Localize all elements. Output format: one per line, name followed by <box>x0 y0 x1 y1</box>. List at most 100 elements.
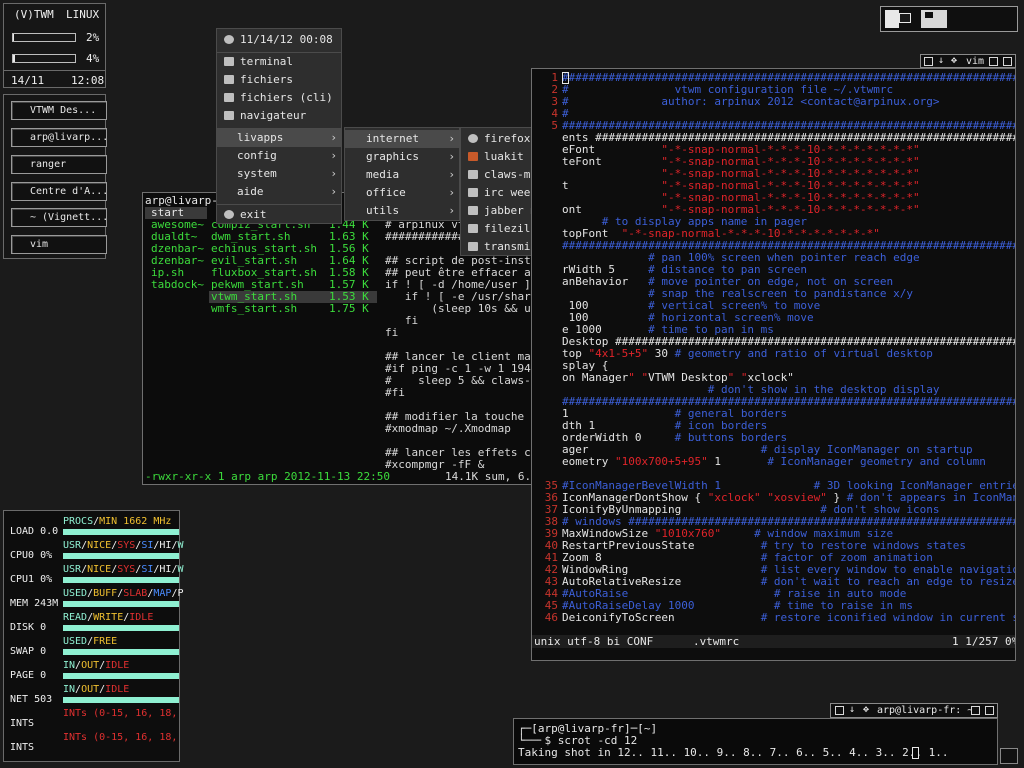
conky-monitor: LOAD 0.0 PROCS/MIN 1662 MHz CPU0 0% USR/NIC… <box>3 510 184 762</box>
pager-window-1[interactable] <box>885 10 899 28</box>
vim-status-right: 1 1/257 0% <box>952 635 1016 648</box>
task-ranger[interactable]: ranger <box>11 155 107 174</box>
shell-close-button[interactable] <box>835 706 844 715</box>
vim-line-text: top "4x1-5+5" 30 # geometry and ratio of… <box>562 347 933 360</box>
down-arrow-icon[interactable]: ↓ <box>938 55 944 66</box>
menu-item-system[interactable]: system › <box>217 165 341 183</box>
conky-metric-caption: READ/WRITE/IDLE <box>63 612 154 623</box>
pager-window-4[interactable] <box>925 12 933 18</box>
vim-resize-button[interactable] <box>1003 57 1012 66</box>
filezilla-icon <box>468 224 478 233</box>
vim-titlebar[interactable]: ↓ ✥ vim <box>920 54 1016 68</box>
task-label: arp@livarp... <box>30 132 107 143</box>
vim-cursor <box>562 72 569 84</box>
clock-label: 12:08 <box>71 74 105 87</box>
vim-maximize-button[interactable] <box>989 57 998 66</box>
task-vim[interactable]: vim <box>11 235 107 254</box>
vim-window[interactable]: 1 #######################################… <box>531 68 1016 661</box>
menu-item-media[interactable]: media › <box>345 166 459 184</box>
chevron-right-icon: › <box>448 204 455 217</box>
vim-line-number: 5 <box>551 119 558 132</box>
vim-status-left: unix utf-8 bi CONF .vtwmrc <box>534 635 740 648</box>
usage-bar-2 <box>12 54 76 63</box>
root-menu: 11/14/12 00:08 terminal fichiers fichier… <box>216 28 342 224</box>
vim-line[interactable]: 46 DeiconifyToScreen # restore iconified … <box>532 611 1015 624</box>
pager-window-2[interactable] <box>899 13 911 23</box>
menu-item-fichiers[interactable]: fichiers <box>217 71 341 89</box>
menu-item-utils[interactable]: utils › <box>345 202 459 220</box>
ranger-parent-item[interactable]: tabdock~ <box>151 279 204 291</box>
globe-icon <box>224 111 234 120</box>
menu-clock: 11/14/12 00:08 <box>217 31 341 49</box>
menu-item-config[interactable]: config › <box>217 147 341 165</box>
shell-titlebar[interactable]: ↓ ✥ arp@livarp-fr: ~ <box>830 703 998 718</box>
menu-item-graphics[interactable]: graphics › <box>345 148 459 166</box>
date-label: 14/11 <box>11 74 45 87</box>
task-vignettes[interactable]: ~ (Vignett... <box>11 208 107 227</box>
menu-item-label: system <box>237 167 277 180</box>
usage-bar-1-label: 2% <box>86 31 100 44</box>
menu-item-livapps[interactable]: livapps › <box>217 129 341 147</box>
conky-metric-caption: PROCS/MIN 1662 MHz <box>63 516 172 527</box>
menu-item-navigateur[interactable]: navigateur <box>217 107 341 125</box>
menu-item-label: office <box>366 186 406 199</box>
power-icon <box>224 210 234 219</box>
move-icon[interactable]: ✥ <box>951 55 957 66</box>
vim-line-number: 46 <box>544 611 558 624</box>
task-label: vim <box>30 239 49 250</box>
ranger-status-left: -rwxr-xr-x 1 arp arp 2012-11-13 22:50 <box>145 470 391 483</box>
task-centre[interactable]: Centre d'A... <box>11 182 107 201</box>
menu-item-label: luakit <box>484 150 524 163</box>
virtual-desktop-pager[interactable] <box>880 6 1018 32</box>
usage-bar-2-label: 4% <box>86 52 100 65</box>
vim-close-button[interactable] <box>924 57 933 66</box>
transmission-icon <box>468 242 478 251</box>
task-label: Centre d'A... <box>30 186 107 197</box>
menu-item-internet[interactable]: internet › <box>345 130 459 148</box>
menu-item-label: firefox <box>484 132 531 145</box>
conky-graph <box>63 625 179 631</box>
conky-metric-caption: USR/NICE/SYS/SI/HI/W <box>63 564 184 575</box>
menu-item-label: aide <box>237 185 264 198</box>
conky-metric-label: CPU0 0% <box>10 550 53 561</box>
livapps-menu: internet › graphics › media › office › utils… <box>344 127 460 221</box>
conky-graph <box>63 553 179 559</box>
menu-item-fichiers-cli[interactable]: fichiers (cli) <box>217 89 341 107</box>
conky-metric-label: DISK 0 <box>10 622 47 633</box>
resize-grip-icon[interactable] <box>1000 748 1018 764</box>
conky-metric-caption: USR/NICE/SYS/SI/HI/W <box>63 540 184 551</box>
conky-metric-caption: INTs (0-15, 16, 18, <box>63 708 178 719</box>
menu-item-label: config <box>237 149 277 162</box>
chevron-right-icon: › <box>448 150 455 163</box>
menu-item-terminal[interactable]: terminal <box>217 53 341 71</box>
task-vtwm-desktop[interactable]: VTWM Des... <box>11 101 107 120</box>
shell-resize-button[interactable] <box>985 706 994 715</box>
ranger-file-size: 1.75 K <box>329 302 369 315</box>
conky-metric-label: PAGE 0 <box>10 670 47 681</box>
conky-graph <box>63 745 179 751</box>
preview-line: #xmodmap ~/.Xmodmap <box>385 422 511 435</box>
usage-bar-1-fill <box>13 34 15 41</box>
jabber-icon <box>468 206 478 215</box>
folder-icon <box>224 93 234 102</box>
menu-clock-label: 11/14/12 00:08 <box>240 33 333 46</box>
shell-output-line: Taking shot in 12.. 11.. 10.. 9.. 8.. 7.… <box>518 746 956 759</box>
chevron-right-icon: › <box>330 131 337 144</box>
menu-item-office[interactable]: office › <box>345 184 459 202</box>
shell-window[interactable]: ┌─[arp@livarp-fr]─[~] └──╴$ scrot -cd 12… <box>513 718 998 765</box>
menu-item-aide[interactable]: aide › <box>217 183 341 201</box>
conky-metric-label: INTS <box>10 718 35 729</box>
menu-item-exit[interactable]: exit <box>217 206 341 224</box>
menu-item-label: media <box>366 168 400 181</box>
shell-maximize-button[interactable] <box>971 706 980 715</box>
chevron-right-icon: › <box>330 167 337 180</box>
move-icon[interactable]: ✥ <box>863 704 869 715</box>
vim-line-text: eometry "100x700+5+95" 1 # IconManager g… <box>562 455 986 468</box>
conky-metric-label: NET 503 <box>10 694 53 705</box>
menu-item-label: graphics <box>366 150 419 163</box>
ranger-file-name[interactable]: wmfs_start.sh <box>211 303 297 315</box>
task-arp-terminal[interactable]: arp@livarp... <box>11 128 107 147</box>
down-arrow-icon[interactable]: ↓ <box>849 704 855 715</box>
preview-line: #fi <box>385 386 405 399</box>
vim-line[interactable]: eometry "100x700+5+95" 1 # IconManager g… <box>532 456 986 468</box>
